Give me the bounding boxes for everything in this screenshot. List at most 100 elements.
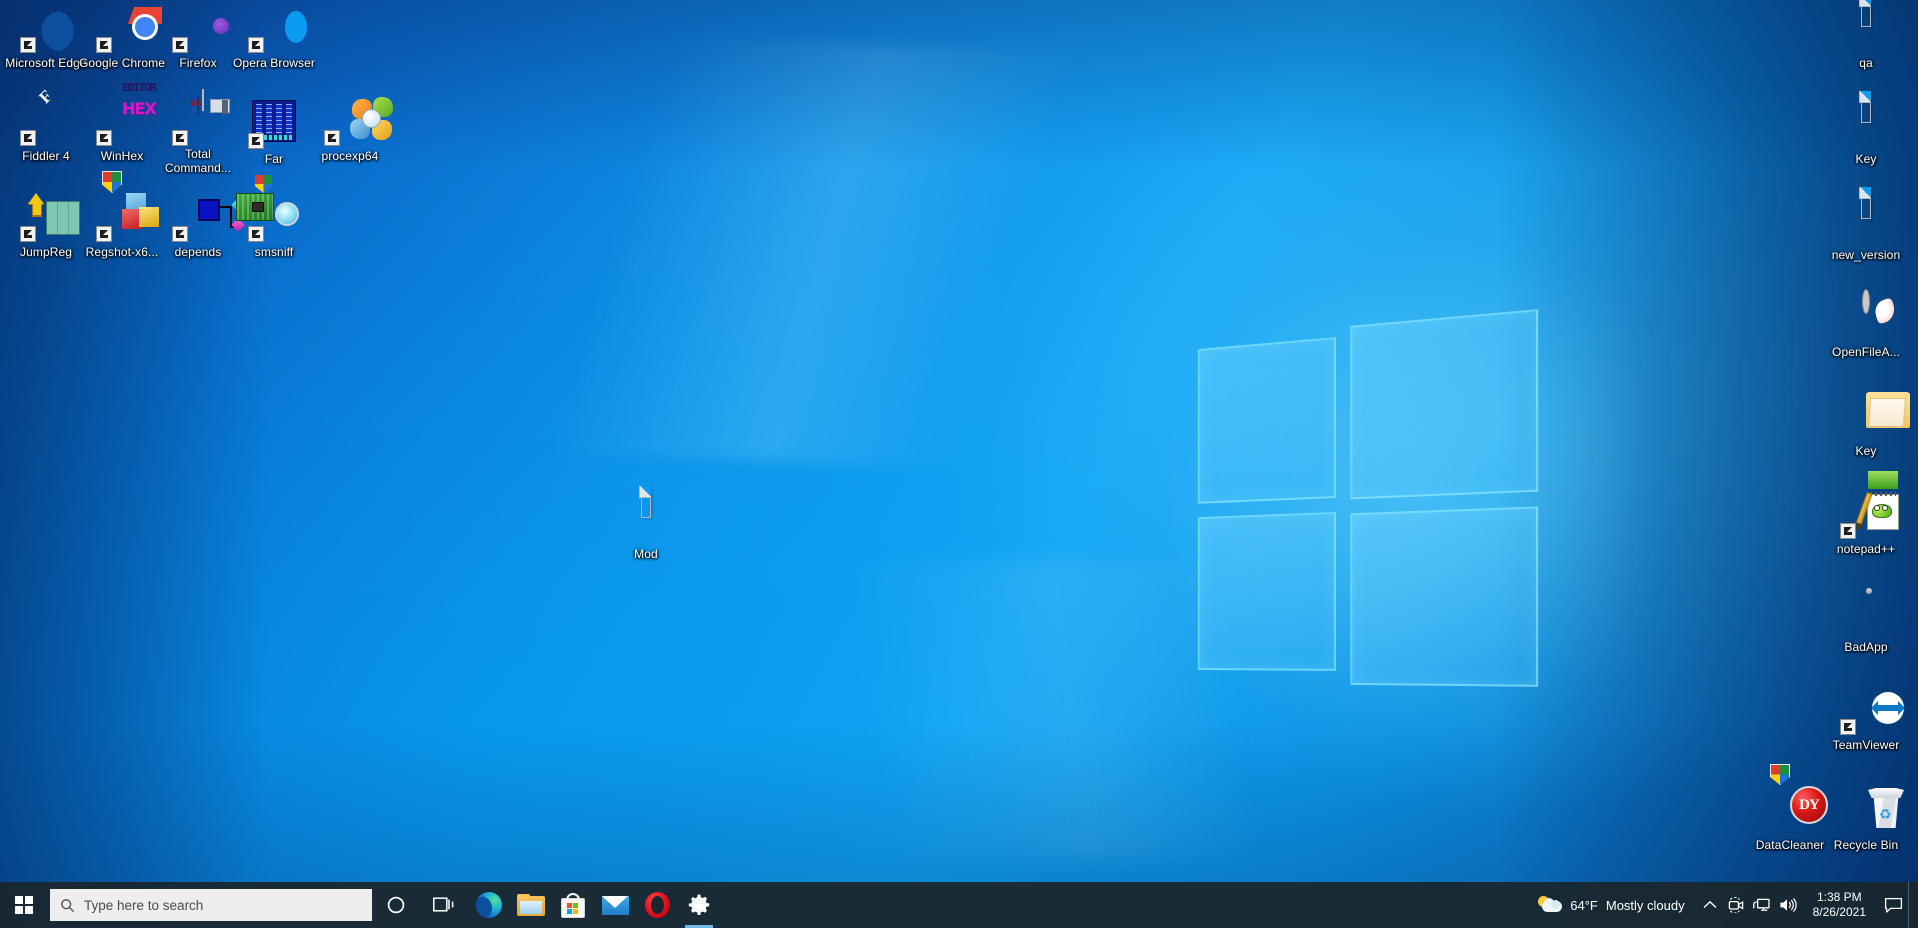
weather-widget[interactable]: 64°F Mostly cloudy [1528,882,1696,928]
desktop-icon-smsniff[interactable]: smsniff [228,175,320,261]
text-document-icon [641,486,651,518]
taskbar-app-mail[interactable] [594,882,636,928]
shortcut-arrow-icon [248,226,264,242]
desktop-icon-badapp[interactable]: BadApp [1820,588,1912,656]
desktop-icon-key[interactable]: Key [1820,392,1912,460]
gear-icon [688,894,710,915]
desktop-icon-label: Regshot-x6... [85,245,159,259]
windows-logo-pane-top-left [1197,337,1336,504]
text-document-icon [1842,91,1890,148]
openfile-icon [1842,290,1890,341]
text-document-icon [1861,187,1871,219]
regshot-icon [96,171,159,242]
opera-icon [248,4,298,53]
desktop-icon-openfilea[interactable]: OpenFileA... [1820,290,1912,361]
fiddler-icon: F [20,86,70,146]
winhex-icon: HEXEDITOR [96,81,157,146]
desktop-icon-qa[interactable]: qa [1820,0,1912,72]
search-placeholder-text: Type here to search [84,897,204,913]
clock[interactable]: 1:38 PM 8/26/2021 [1801,882,1878,928]
network-button[interactable] [1749,882,1775,928]
windows-logo-pane-top-right [1350,309,1539,500]
desktop-icon-label: JumpReg [19,245,73,259]
microsoft-edge-icon [20,4,70,53]
desktop-icon-label: depends [174,245,222,259]
desktop-icon-label: TeamViewer [1832,738,1900,752]
openfile-icon [1863,290,1869,313]
task-view-icon [433,897,454,912]
weather-temperature: 64°F [1570,897,1598,913]
desktop-icon-procexp64[interactable]: procexp64 [304,97,396,165]
cortana-button[interactable] [372,882,420,928]
mail-icon [601,895,629,915]
taskbar-app-edge[interactable] [468,882,510,928]
system-tray[interactable]: 64°F Mostly cloudy 1:38 PM 8/26/2021 [1528,882,1918,928]
total-commander-icon [190,89,230,115]
desktop-icon-new-version[interactable]: new_version [1820,187,1912,264]
desktop-icon-label: Fiddler 4 [22,149,70,163]
taskbar-app-microsoft-store[interactable] [552,882,594,928]
desktop-icon-notepad[interactable]: notepad++ [1820,471,1912,558]
notifications-button[interactable] [1878,882,1908,928]
taskbar-app-file-explorer[interactable] [510,882,552,928]
opera-icon [644,892,670,918]
desktop-icon-mod[interactable]: Mod [600,486,692,563]
task-view-button[interactable] [420,882,468,928]
desktop[interactable]: Microsoft Edge Google Chrome Firefox Opera … [0,0,1918,928]
desktop-icon-label: smsniff [254,245,294,259]
firefox-icon [172,4,222,53]
datacleaner-icon: DY [1766,764,1828,834]
shortcut-arrow-icon [172,130,188,146]
desktop-icon-label: BadApp [1844,640,1888,654]
show-hidden-icons-button[interactable] [1697,882,1723,928]
shortcut-arrow-icon [20,226,36,242]
shortcut-arrow-icon [172,226,188,242]
taskbar-app-opera[interactable] [636,882,678,928]
desktop-icon-opera-browser[interactable]: Opera Browser [228,4,320,72]
shortcut-arrow-icon [1840,523,1856,539]
taskbar[interactable]: Type here to search 64°F Mostly cloudy 1… [0,882,1918,928]
shortcut-arrow-icon [248,37,264,53]
windows-logo-pane-bottom-left [1197,511,1336,671]
taskbar-app-settings[interactable] [678,882,720,928]
windows-start-icon [15,896,33,914]
dependency-walker-icon [172,193,245,242]
search-icon [61,898,75,912]
meet-now-button[interactable] [1723,882,1749,928]
desktop-icon-label: Far [264,152,284,166]
text-document-icon [1842,0,1890,52]
far-manager-icon [248,100,298,149]
desktop-icon-label: Microsoft Edge [5,56,87,70]
notepadpp-icon [1840,471,1899,539]
desktop-icon-key[interactable]: Key [1820,91,1912,168]
total-commander-icon [172,89,230,146]
chevron-up-icon [1703,900,1717,909]
desktop-icon-label: OpenFileA... [1832,345,1900,359]
clock-date: 8/26/2021 [1812,905,1866,919]
shortcut-arrow-icon [96,130,112,146]
cortana-circle-icon [387,896,405,914]
speech-bubble-icon [1884,897,1902,913]
desktop-icon-label: Opera Browser [233,56,315,70]
desktop-icon-label: Firefox [179,56,217,70]
shortcut-arrow-icon [96,37,112,53]
desktop-icon-recycle-bin[interactable]: ♻ Recycle Bin [1820,786,1912,854]
shortcut-arrow-icon [20,130,36,146]
shortcut-arrow-icon [1840,719,1856,735]
partly-cloudy-icon [1538,896,1563,914]
desktop-icon-teamviewer[interactable]: TeamViewer [1820,686,1912,754]
show-desktop-button[interactable] [1908,882,1916,928]
desktop-icon-label: Mod [634,547,658,561]
text-document-icon [1861,91,1871,123]
recycle-bin-icon: ♻ [1842,786,1904,834]
clock-time: 1:38 PM [1816,890,1862,904]
search-input[interactable]: Type here to search [50,889,372,921]
start-button[interactable] [0,882,48,928]
volume-button[interactable] [1775,882,1801,928]
shortcut-arrow-icon [96,226,112,242]
desktop-icon-label: notepad++ [1836,542,1896,556]
desktop-icon-label: new_version [1831,248,1901,262]
shortcut-arrow-icon [20,37,36,53]
process-explorer-icon [324,97,393,146]
shortcut-arrow-icon [324,130,340,146]
